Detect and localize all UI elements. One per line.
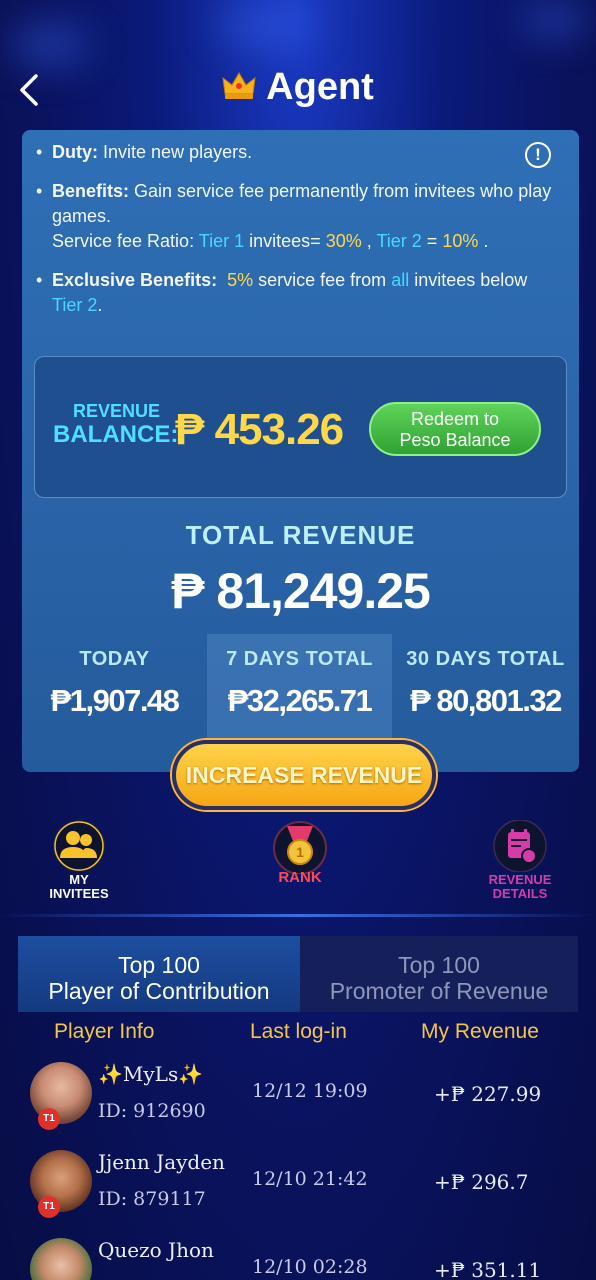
player-name: ✨MyLs✨ <box>98 1062 204 1086</box>
total-revenue-label: TOTAL REVENUE <box>185 520 416 550</box>
stat-30days: 30 DAYS TOTAL ₱ 80,801.32 <box>392 634 579 744</box>
redeem-line2: Peso Balance <box>399 430 511 450</box>
stat-7days: 7 DAYS TOTAL ₱32,265.71 <box>207 634 392 744</box>
tier2-label: Tier 2 <box>376 231 422 251</box>
revenue-stats: TODAY ₱1,907.48 7 DAYS TOTAL ₱32,265.71 … <box>22 634 579 744</box>
revenue-details-label-1: REVENUE <box>488 872 552 887</box>
tier-badge: T1 <box>38 1196 60 1218</box>
crown-icon <box>222 67 256 110</box>
comma: , <box>366 231 372 251</box>
player-name: Quezo Jhon <box>98 1238 214 1262</box>
exclusive-row: Exclusive Benefits: 5% service fee from … <box>32 268 562 318</box>
last-login: 12/10 21:42 <box>252 1168 368 1190</box>
my-invitees-label-1: MY <box>69 872 89 887</box>
revenue-balance-box: REVENUE BALANCE: ₱ 453.26 Redeem to Peso… <box>34 356 567 498</box>
stat-value: ₱32,265.71 <box>227 683 373 718</box>
player-revenue: +₱ 296.7 <box>434 1170 529 1194</box>
exclusive-mid: service fee from <box>258 270 387 290</box>
tab-promoter-of-revenue[interactable]: Top 100 Promoter of Revenue <box>300 936 578 1012</box>
tab-label-2: Player of Contribution <box>48 978 270 1004</box>
player-name: Jjenn Jayden <box>98 1150 225 1174</box>
player-id: ID: 879117 <box>98 1188 206 1210</box>
tier1-label: Tier 1 <box>198 231 245 251</box>
info-icon[interactable]: ! <box>525 142 551 168</box>
redeem-button[interactable]: Redeem to Peso Balance <box>369 402 541 456</box>
total-revenue-value: ₱ 81,249.25 <box>171 563 431 619</box>
stat-label: TODAY <box>79 648 150 670</box>
balance-value: ₱ 453.26 <box>175 405 344 454</box>
ratio-label: Service fee Ratio: <box>52 231 195 251</box>
tier2-pct: 10% <box>442 231 479 251</box>
tab-label-1: Top 100 <box>118 952 200 978</box>
revenue-details-label-2: DETAILS <box>492 886 548 901</box>
player-revenue: +₱ 227.99 <box>434 1082 542 1106</box>
header-my-revenue: My Revenue <box>421 1020 539 1043</box>
exclusive-all: all <box>391 270 410 290</box>
agent-panel: Duty: Invite new players. Benefits: Gain… <box>22 130 579 772</box>
eq: = <box>426 231 438 251</box>
duty-row: Duty: Invite new players. <box>32 140 562 165</box>
exclusive-pct: 5% <box>227 270 254 290</box>
player-revenue: +₱ 351.11 <box>434 1258 542 1280</box>
users-icon <box>53 820 105 872</box>
stat-value: ₱ 80,801.32 <box>410 683 562 718</box>
benefits-label: Benefits: <box>52 181 130 201</box>
rank-medal-icon: 1 <box>273 821 327 875</box>
tab-label-2: Promoter of Revenue <box>329 978 549 1004</box>
tier-badge: T1 <box>38 1108 60 1130</box>
page-title-wrap: Agent <box>0 66 596 110</box>
exclusive-tier: Tier 2 <box>52 295 98 315</box>
last-login: 12/10 02:28 <box>252 1256 368 1278</box>
stat-today: TODAY ₱1,907.48 <box>22 634 207 744</box>
leaderboard-tabs: Top 100 Player of Contribution Top 100 P… <box>18 936 578 1012</box>
tab-label-1: Top 100 <box>398 952 480 978</box>
exclusive-tail: invitees below <box>414 270 528 290</box>
header: Agent <box>0 60 596 120</box>
header-player-info: Player Info <box>54 1020 155 1043</box>
divider <box>0 914 596 917</box>
stat-label: 30 DAYS TOTAL <box>406 648 565 670</box>
increase-revenue-button[interactable]: INCREASE REVENUE <box>172 740 436 810</box>
rank-button[interactable]: 1 RANK <box>264 818 336 885</box>
balance-label-line1: REVENUE <box>73 401 161 421</box>
invitees-eq: invitees= <box>249 231 321 251</box>
exclusive-label: Exclusive Benefits: <box>52 270 218 290</box>
balance-label-line2: BALANCE: <box>53 421 179 448</box>
stat-label: 7 DAYS TOTAL <box>226 648 373 670</box>
period: . <box>483 231 489 251</box>
balance-label: REVENUE BALANCE: <box>53 399 178 447</box>
my-invitees-button[interactable]: MY INVITEES <box>40 820 118 901</box>
duty-text: Invite new players. <box>103 142 253 162</box>
tier1-pct: 30% <box>325 231 362 251</box>
header-last-login: Last log-in <box>250 1020 347 1043</box>
stat-value: ₱1,907.48 <box>50 683 180 718</box>
table-row[interactable]: T1 ✨MyLs✨ ID: 912690 12/12 19:09 +₱ 227.… <box>0 1056 596 1144</box>
last-login: 12/12 19:09 <box>252 1080 368 1102</box>
table-row[interactable]: T1 Jjenn Jayden ID: 879117 12/10 21:42 +… <box>0 1144 596 1232</box>
benefits-row: Benefits: Gain service fee permanently f… <box>32 179 562 254</box>
page-title: Agent <box>266 66 374 108</box>
tab-player-of-contribution[interactable]: Top 100 Player of Contribution <box>18 936 300 1012</box>
table-row[interactable]: Quezo Jhon 12/10 02:28 +₱ 351.11 <box>0 1232 596 1280</box>
duty-label: Duty: <box>52 142 98 162</box>
redeem-line1: Redeem to <box>410 409 500 429</box>
avatar <box>30 1238 92 1280</box>
exclusive-end: . <box>97 295 103 315</box>
svg-text:1: 1 <box>296 844 304 860</box>
my-invitees-label-2: INVITEES <box>49 886 109 901</box>
calendar-coin-icon <box>493 819 547 873</box>
player-id: ID: 912690 <box>98 1100 206 1122</box>
revenue-details-button[interactable]: REVENUE DETAILS <box>480 819 560 901</box>
agent-info: Duty: Invite new players. Benefits: Gain… <box>32 140 562 332</box>
